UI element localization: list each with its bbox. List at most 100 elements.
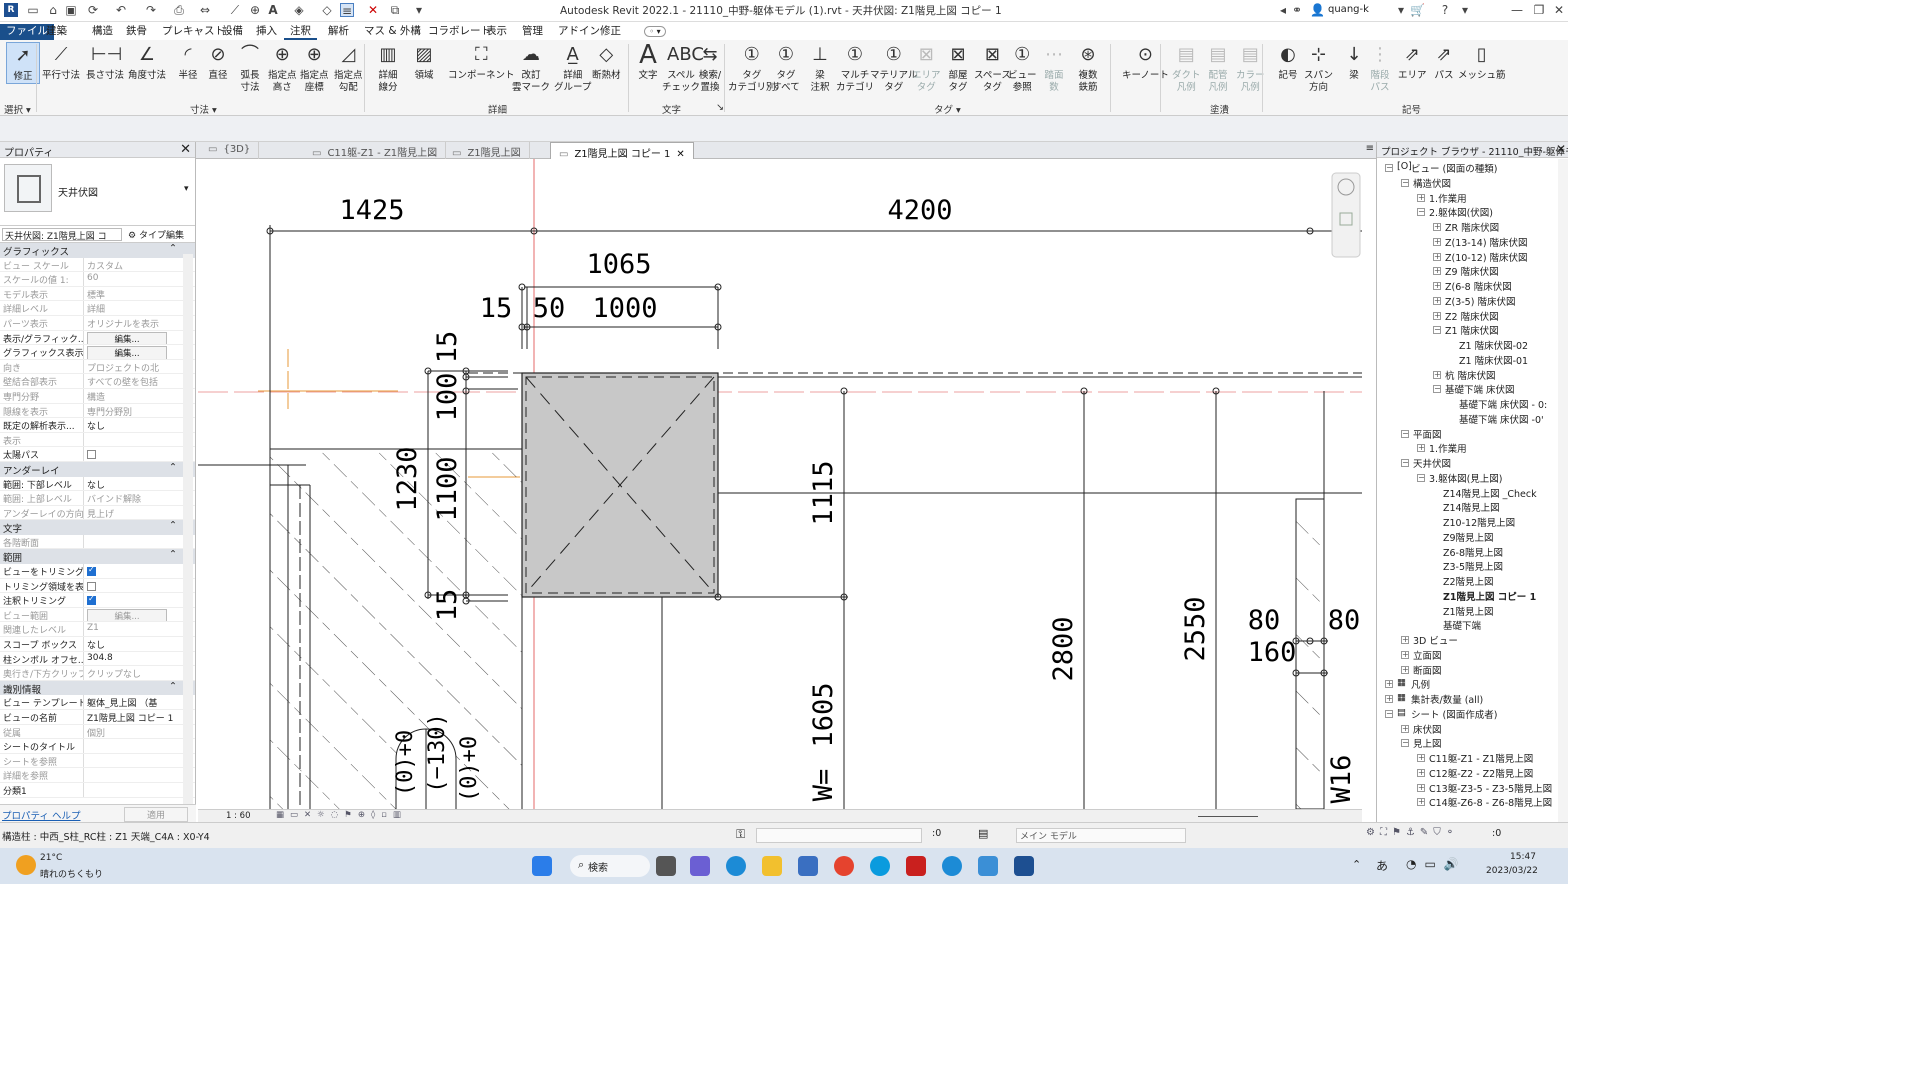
cart-icon[interactable]: 🛒 <box>1410 3 1425 17</box>
view-control-icons[interactable]: ▦▭✕☼◌⚑⊕◊▫▥ <box>276 810 407 820</box>
collapse-icon[interactable]: ⌃ <box>169 549 177 560</box>
property-value[interactable] <box>84 564 195 578</box>
ribbon-tool-3[interactable]: ∠ 角度寸法 <box>128 42 166 82</box>
expand-toggle[interactable]: + <box>1417 783 1425 792</box>
browser-item[interactable]: Z10-12階見上図 <box>1443 515 1515 529</box>
ribbon-tool-30[interactable]: ⊙ キーノート <box>1122 42 1169 82</box>
property-value[interactable]: 304.8 <box>84 652 195 666</box>
clock-time[interactable]: 15:47 <box>1510 852 1536 862</box>
expand-toggle[interactable]: + <box>1433 370 1441 379</box>
expand-toggle[interactable]: + <box>1385 695 1393 703</box>
tab-6[interactable]: 挿入 <box>250 24 283 40</box>
drawing-svg[interactable]: 1425 4200 1065 15 50 1000 15 100 1230 11… <box>198 159 1362 809</box>
calculator-icon[interactable] <box>978 856 998 876</box>
ribbon-tool-13[interactable]: ☁ 改訂 雲マーク <box>512 42 550 94</box>
property-section[interactable]: アンダーレイ ⌃ <box>0 461 195 477</box>
teams-icon[interactable] <box>690 856 710 876</box>
skype-icon[interactable] <box>870 856 890 876</box>
property-value[interactable]: 編集... <box>84 331 195 345</box>
browser-item[interactable]: 集計表/数量 (all) <box>1411 692 1483 706</box>
close-properties-icon[interactable]: ✕ <box>180 142 191 157</box>
edge-icon[interactable] <box>726 856 746 876</box>
expand-toggle[interactable]: + <box>1433 282 1441 290</box>
expand-toggle[interactable]: + <box>1417 798 1425 807</box>
browser-item[interactable]: Z3-5階見上図 <box>1443 559 1503 573</box>
expand-toggle[interactable]: − <box>1401 739 1409 748</box>
browser-item[interactable]: Z1 階床伏図 <box>1445 323 1499 337</box>
ribbon-tool-38[interactable]: ⇗ エリア <box>1398 42 1427 82</box>
property-value[interactable]: 編集... <box>84 345 195 359</box>
expand-toggle[interactable]: − <box>1417 208 1425 217</box>
browser-item[interactable]: 基礎下端 床伏図 - 0: <box>1459 397 1547 411</box>
tab-7[interactable]: 注釈 <box>284 24 317 40</box>
ribbon-tool-10[interactable]: ▥ 詳細 線分 <box>374 42 402 94</box>
browser-item[interactable]: 構造伏図 <box>1413 176 1451 190</box>
ribbon-tool-37[interactable]: ⋮ 階段 パス <box>1366 42 1394 94</box>
browser-item[interactable]: Z(6-8 階床伏図 <box>1445 279 1512 293</box>
close-hidden-icon[interactable]: ✕ <box>366 3 380 17</box>
chrome-icon[interactable] <box>834 856 854 876</box>
filter-count[interactable]: :0 <box>1492 828 1501 839</box>
view-tab-2[interactable]: ▭ Z1階見上図 <box>444 142 530 159</box>
ribbon-tool-14[interactable]: A̲ 詳細 グループ <box>554 42 591 94</box>
worksets-icon[interactable]: ⚿ <box>736 827 745 842</box>
ribbon-tool-21[interactable]: ⊥ 梁 注釈 <box>806 42 834 94</box>
browser-item[interactable]: シート (図面作成者) <box>1411 707 1497 721</box>
edit-type-button[interactable]: ⚙ タイプ編集 <box>128 228 184 241</box>
tab-14[interactable]: 修正 <box>594 24 627 40</box>
ribbon-tool-20[interactable]: ① タグ すべて <box>772 42 800 94</box>
print-icon[interactable]: ⎙ <box>172 3 186 17</box>
browser-item[interactable]: Z14階見上図 _Check <box>1443 486 1537 500</box>
ribbon-tool-19[interactable]: ① タグ カテゴリ別 <box>728 42 776 94</box>
type-dropdown-icon[interactable]: ▾ <box>184 184 189 194</box>
ribbon-tool-6[interactable]: ⌒ 弧長 寸法 <box>236 42 264 94</box>
design-option-dropdown[interactable]: メイン モデル <box>1016 828 1186 843</box>
explorer-icon[interactable] <box>762 856 782 876</box>
thin-lines-icon[interactable]: ≡ <box>340 3 354 18</box>
user-icon[interactable]: 👤 <box>1310 3 1325 17</box>
binoculars-icon[interactable]: ⚭ <box>1290 3 1304 17</box>
weather-temp[interactable]: 21°C <box>40 853 62 863</box>
browser-item[interactable]: 2.躯体図(伏図) <box>1429 205 1493 219</box>
tray-chevron-icon[interactable]: ⌃ <box>1352 858 1361 871</box>
property-section[interactable]: 範囲 ⌃ <box>0 549 195 564</box>
tab-8[interactable]: 解析 <box>322 24 355 40</box>
ribbon-tool-28[interactable]: ⋯ 踏面 数 <box>1040 42 1068 94</box>
ribbon-tool-26[interactable]: ⊠ スペース タグ <box>974 42 1011 94</box>
ribbon-tool-32[interactable]: ▤ 配管 凡例 <box>1204 42 1232 94</box>
property-value[interactable]: なし <box>84 637 195 651</box>
property-value[interactable] <box>84 739 195 753</box>
expand-toggle[interactable]: + <box>1433 311 1441 320</box>
instance-selector[interactable]: 天井伏図: Z1階見上図 コ <box>2 228 122 241</box>
close-browser-icon[interactable]: ✕ <box>1556 142 1566 156</box>
ime-indicator[interactable]: あ <box>1376 857 1388 874</box>
expand-toggle[interactable]: + <box>1401 650 1409 659</box>
property-checkbox[interactable] <box>87 565 96 577</box>
browser-item[interactable]: C12躯-Z2 - Z2階見上図 <box>1429 766 1533 780</box>
browser-item[interactable]: Z1階見上図 <box>1443 604 1494 618</box>
expand-toggle[interactable]: + <box>1433 237 1441 246</box>
ribbon-tool-39[interactable]: ⇗ パス <box>1430 42 1458 82</box>
save-icon[interactable]: ▣ <box>64 3 78 17</box>
folder-icon[interactable]: ⌂ <box>46 3 60 17</box>
collapse-icon[interactable]: ⌃ <box>169 681 177 692</box>
browser-item[interactable]: C11躯-Z1 - Z1階見上図 <box>1429 751 1533 765</box>
clock-date[interactable]: 2023/03/22 <box>1486 866 1538 876</box>
tabs-menu-icon[interactable]: ≡ <box>1366 143 1374 154</box>
design-options-icon[interactable]: ▤ <box>978 827 988 840</box>
dimension-icon[interactable]: ⟋ <box>228 3 242 17</box>
browser-item[interactable]: 基礎下端 <box>1443 618 1481 632</box>
workset-dropdown[interactable] <box>756 828 922 843</box>
browser-item[interactable]: 凡例 <box>1411 677 1430 691</box>
browser-item[interactable]: Z(10-12) 階床伏図 <box>1445 250 1528 264</box>
expand-toggle[interactable]: + <box>1433 296 1441 305</box>
view-tab-1[interactable]: ▭ C11躯-Z1 - Z1階見上図 <box>304 142 447 159</box>
browser-item[interactable]: 基礎下端 床伏図 <box>1445 382 1515 396</box>
ribbon-tool-18[interactable]: ⇆ 検索/ 置換 <box>696 42 724 94</box>
3d-view-icon[interactable]: ◈ <box>292 3 306 17</box>
drawing-canvas[interactable]: 1425 4200 1065 15 50 1000 15 100 1230 11… <box>198 159 1362 809</box>
ribbon-tool-2[interactable]: ⊢⊣ 長さ寸法 <box>86 42 124 82</box>
browser-item[interactable]: Z1 階床伏図-01 <box>1459 353 1528 367</box>
ribbon-tool-17[interactable]: ABC スペル チェック <box>662 42 704 94</box>
browser-item[interactable]: 杭 階床伏図 <box>1445 368 1496 382</box>
